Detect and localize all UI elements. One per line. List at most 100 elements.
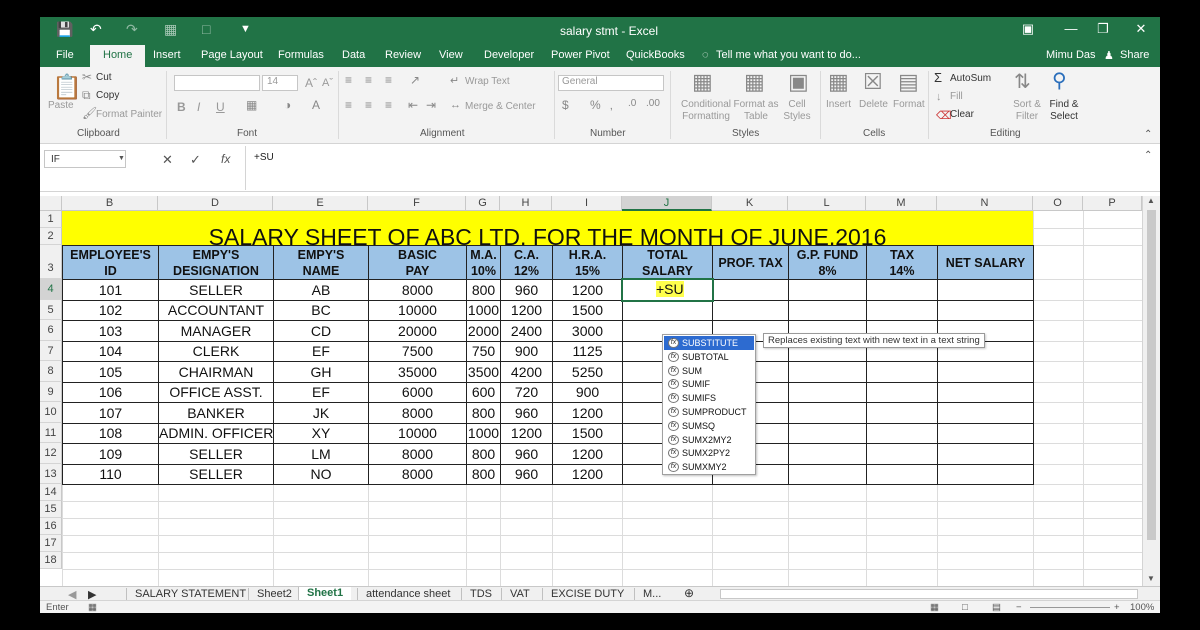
- row-header-9[interactable]: 9: [40, 382, 62, 402]
- autocomplete-item[interactable]: fx SUMX2MY2: [664, 433, 754, 447]
- table-cell[interactable]: [866, 464, 938, 485]
- table-cell[interactable]: [937, 361, 1034, 383]
- user-name[interactable]: Mimu Das: [1046, 49, 1096, 61]
- save-icon[interactable]: 💾: [56, 21, 73, 38]
- table-cell[interactable]: [788, 300, 867, 321]
- undo-icon[interactable]: ↶: [90, 21, 102, 38]
- autocomplete-item[interactable]: fx SUMIF: [664, 377, 754, 391]
- align-right-icon[interactable]: ≡: [385, 98, 392, 112]
- table-cell[interactable]: ADMIN. OFFICER: [158, 423, 274, 444]
- font-color-icon[interactable]: A: [312, 98, 320, 112]
- collapse-ribbon-icon[interactable]: ⌃: [1144, 129, 1152, 140]
- table-cell[interactable]: BANKER: [158, 402, 274, 424]
- decrease-indent-icon[interactable]: ⇤: [408, 98, 418, 112]
- page-break-view-icon[interactable]: ▤: [992, 602, 1001, 613]
- table-cell[interactable]: AB: [273, 279, 369, 301]
- bottom-align-icon[interactable]: ≡: [385, 73, 392, 87]
- increase-indent-icon[interactable]: ⇥: [426, 98, 436, 112]
- zoom-in-icon[interactable]: +: [1114, 602, 1120, 613]
- tab-data[interactable]: Data: [342, 49, 365, 61]
- tab-review[interactable]: Review: [385, 49, 421, 61]
- borders-icon[interactable]: ▦: [246, 98, 257, 112]
- underline-button[interactable]: U: [216, 100, 225, 114]
- quick-access-icon[interactable]: ▦: [164, 21, 177, 38]
- table-cell[interactable]: 5250: [552, 361, 623, 383]
- merge-center-button[interactable]: Merge & Center: [465, 101, 536, 112]
- table-cell[interactable]: 2400: [500, 320, 553, 342]
- table-cell[interactable]: 960: [500, 402, 553, 424]
- add-sheet-icon[interactable]: ⊕: [676, 586, 702, 600]
- row-header-4[interactable]: 4: [40, 279, 62, 300]
- shrink-font-icon[interactable]: Aˇ: [322, 77, 333, 89]
- ribbon-display-icon[interactable]: ▣: [1015, 21, 1041, 37]
- table-cell[interactable]: ACCOUNTANT: [158, 300, 274, 321]
- table-cell[interactable]: 105: [62, 361, 159, 383]
- table-cell[interactable]: 7500: [368, 341, 467, 362]
- column-header-m[interactable]: M: [866, 196, 937, 211]
- name-box[interactable]: IF: [44, 150, 126, 168]
- row-header-12[interactable]: 12: [40, 443, 62, 464]
- column-header-d[interactable]: D: [158, 196, 273, 211]
- row-header-7[interactable]: 7: [40, 341, 62, 361]
- autocomplete-item[interactable]: fx SUMSQ: [664, 419, 754, 433]
- scroll-up-icon[interactable]: ▲: [1147, 196, 1155, 205]
- zoom-slider[interactable]: [1030, 607, 1110, 608]
- table-cell[interactable]: [866, 423, 938, 444]
- insert-cells-button[interactable]: Insert: [826, 99, 851, 110]
- table-cell[interactable]: 1500: [552, 423, 623, 444]
- tab-quickbooks[interactable]: QuickBooks: [626, 49, 685, 61]
- row-header-6[interactable]: 6: [40, 320, 62, 341]
- fill-button[interactable]: Fill: [950, 91, 963, 102]
- find-select-button[interactable]: Find & Select: [1044, 99, 1084, 123]
- font-size-select[interactable]: 14: [262, 75, 298, 91]
- table-cell[interactable]: [788, 382, 867, 403]
- horizontal-scrollbar[interactable]: [720, 589, 1138, 599]
- name-box-dropdown-icon[interactable]: ▼: [118, 155, 125, 162]
- table-cell[interactable]: 800: [466, 402, 501, 424]
- autocomplete-item[interactable]: fx SUBSTITUTE: [664, 336, 754, 350]
- table-cell[interactable]: [937, 382, 1034, 403]
- autocomplete-item[interactable]: fx SUMX2PY2: [664, 446, 754, 460]
- table-cell[interactable]: 8000: [368, 443, 467, 465]
- table-cell[interactable]: 108: [62, 423, 159, 444]
- column-header-i[interactable]: I: [552, 196, 622, 211]
- table-cell[interactable]: 1000: [466, 423, 501, 444]
- table-cell[interactable]: OFFICE ASST.: [158, 382, 274, 403]
- align-center-icon[interactable]: ≡: [365, 98, 372, 112]
- table-cell[interactable]: [788, 402, 867, 424]
- table-cell[interactable]: 2000: [466, 320, 501, 342]
- clear-button[interactable]: Clear: [950, 109, 974, 120]
- table-cell[interactable]: GH: [273, 361, 369, 383]
- table-cell[interactable]: [937, 443, 1034, 465]
- cancel-entry-icon[interactable]: ✕: [162, 152, 173, 168]
- tell-me-box[interactable]: Tell me what you want to do...: [716, 49, 861, 61]
- formula-input[interactable]: +SU: [254, 152, 274, 163]
- column-header-j[interactable]: J: [622, 196, 712, 211]
- column-header-h[interactable]: H: [500, 196, 552, 211]
- table-cell[interactable]: 960: [500, 464, 553, 485]
- table-cell[interactable]: 8000: [368, 464, 467, 485]
- column-header-l[interactable]: L: [788, 196, 866, 211]
- table-cell[interactable]: 900: [552, 382, 623, 403]
- table-cell[interactable]: EF: [273, 341, 369, 362]
- table-cell[interactable]: 720: [500, 382, 553, 403]
- restore-icon[interactable]: ❐: [1090, 21, 1116, 37]
- table-cell[interactable]: [788, 361, 867, 383]
- table-cell[interactable]: [866, 361, 938, 383]
- table-cell[interactable]: 3000: [552, 320, 623, 342]
- table-cell[interactable]: EF: [273, 382, 369, 403]
- redo-icon[interactable]: ↷: [126, 21, 138, 38]
- table-cell[interactable]: 800: [466, 443, 501, 465]
- table-cell[interactable]: 107: [62, 402, 159, 424]
- table-cell[interactable]: SELLER: [158, 464, 274, 485]
- table-cell[interactable]: 20000: [368, 320, 467, 342]
- table-cell[interactable]: SELLER: [158, 443, 274, 465]
- table-cell[interactable]: 109: [62, 443, 159, 465]
- table-cell[interactable]: XY: [273, 423, 369, 444]
- table-cell[interactable]: 104: [62, 341, 159, 362]
- conditional-formatting-button[interactable]: Conditional Formatting: [676, 99, 736, 123]
- table-cell[interactable]: NO: [273, 464, 369, 485]
- tab-view[interactable]: View: [439, 49, 463, 61]
- table-cell[interactable]: 10000: [368, 423, 467, 444]
- table-cell[interactable]: 8000: [368, 402, 467, 424]
